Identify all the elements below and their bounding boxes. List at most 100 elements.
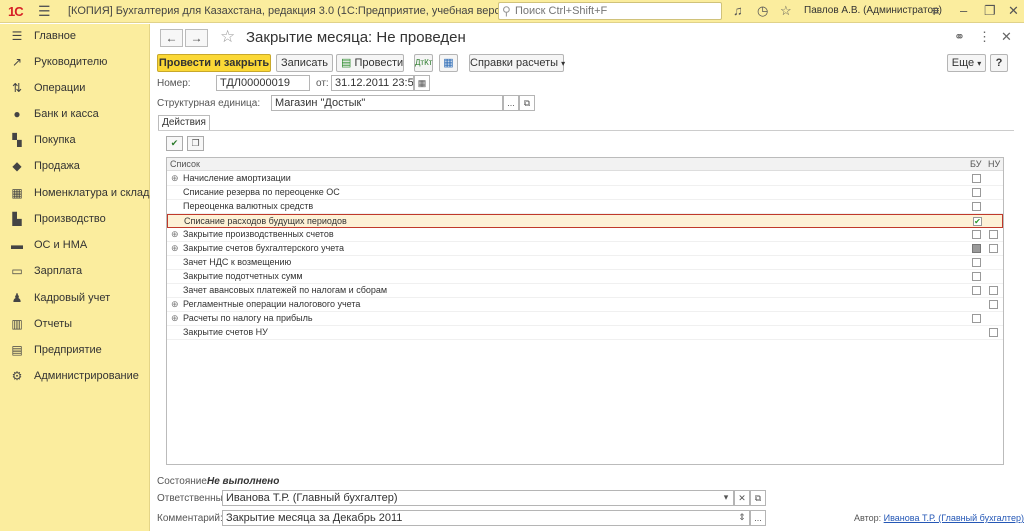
history-icon[interactable]: ◷ xyxy=(757,3,768,19)
spin-icon: ⇕ xyxy=(738,512,746,522)
reports-dropdown[interactable]: Справки расчеты ▾ xyxy=(469,54,565,72)
row-label: Списание расходов будущих периодов xyxy=(184,216,347,226)
sidebar-item-director[interactable]: ↗ Руководителю xyxy=(0,50,150,74)
comment-label: Комментарий: xyxy=(157,513,223,524)
main-menu-icon[interactable]: ☰ xyxy=(38,3,51,20)
nu-checkbox[interactable] xyxy=(989,244,998,253)
author-label: Автор: xyxy=(854,513,882,523)
expand-icon[interactable]: ⊕ xyxy=(171,243,179,254)
nu-checkbox[interactable] xyxy=(989,286,998,295)
sidebar-item-salary[interactable]: ▭ Зарплата xyxy=(0,259,150,283)
comment-expand-button[interactable]: ... xyxy=(750,510,766,526)
sidebar-item-label: Кадровый учет xyxy=(34,292,111,304)
window-menu-icon[interactable]: ⋮ xyxy=(978,29,991,45)
comment-spinner[interactable]: ⇕ xyxy=(734,510,750,526)
table-row[interactable]: ⊕ Закрытие производственных счетов xyxy=(167,228,1003,242)
actions-table: Список БУ НУ ⊕ Начисление амортизации Спи… xyxy=(166,157,1004,465)
post-and-close-button[interactable]: Провести и закрыть xyxy=(157,54,271,72)
bu-checkbox[interactable] xyxy=(972,258,981,267)
unit-field[interactable]: Магазин "Достык" xyxy=(271,95,503,111)
column-header-list: Список xyxy=(170,159,200,169)
sidebar-item-hr[interactable]: ♟ Кадровый учет xyxy=(0,286,150,310)
responsible-field[interactable]: Иванова Т.Р. (Главный бухгалтер) xyxy=(222,490,734,506)
forward-button[interactable]: → xyxy=(185,29,208,47)
table-row[interactable]: Закрытие счетов НУ xyxy=(167,326,1003,340)
bu-checkbox[interactable] xyxy=(972,272,981,281)
close-icon[interactable]: ✕ xyxy=(1008,3,1019,19)
nu-checkbox[interactable] xyxy=(989,300,998,309)
sidebar-item-operations[interactable]: ⇅ Операции xyxy=(0,76,150,100)
expand-icon[interactable]: ⊕ xyxy=(171,299,179,310)
number-field[interactable]: ТДЛ00000019 xyxy=(216,75,310,91)
unit-open-button[interactable]: ⧉ xyxy=(519,95,535,111)
sidebar-item-admin[interactable]: ⚙ Администрирование xyxy=(0,364,150,388)
sidebar-item-bank[interactable]: ● Банк и касса xyxy=(0,102,150,126)
back-button[interactable]: ← xyxy=(160,29,183,47)
help-button[interactable]: ? xyxy=(990,54,1008,72)
bu-checkbox[interactable] xyxy=(972,230,981,239)
uncheck-all-icon: ❐ xyxy=(191,138,200,148)
table-row[interactable]: Зачет авансовых платежей по налогам и сб… xyxy=(167,284,1003,298)
expand-icon[interactable]: ⊕ xyxy=(171,229,179,240)
table-row[interactable]: ⊕ Начисление амортизации xyxy=(167,172,1003,186)
sidebar-item-purchase[interactable]: ▚ Покупка xyxy=(0,128,150,152)
comment-field[interactable]: Закрытие месяца за Декабрь 2011 xyxy=(222,510,750,526)
status-value: Не выполнено xyxy=(207,476,280,487)
table-row[interactable]: Зачет НДС к возмещению xyxy=(167,256,1003,270)
table-row[interactable]: ⊕ Регламентные операции налогового учета xyxy=(167,298,1003,312)
post-button[interactable]: ▤ Провести xyxy=(336,54,404,72)
table-row[interactable]: ⊕ Закрытие счетов бухгалтерского учета xyxy=(167,242,1003,256)
expand-icon[interactable]: ⊕ xyxy=(171,313,179,324)
save-button[interactable]: Записать xyxy=(276,54,333,72)
uncheck-all-button[interactable]: ❐ xyxy=(187,136,204,151)
table-row[interactable]: ⊕ Расчеты по налогу на прибыль xyxy=(167,312,1003,326)
responsible-open-button[interactable]: ⧉ xyxy=(750,490,766,506)
restore-icon[interactable]: ❐ xyxy=(984,3,996,19)
nu-checkbox[interactable] xyxy=(989,230,998,239)
structure-button[interactable]: ▦ xyxy=(439,54,458,72)
bu-checkbox-partial[interactable] xyxy=(972,244,981,253)
nu-checkbox[interactable] xyxy=(989,328,998,337)
bu-checkbox-checked[interactable]: ✔ xyxy=(973,217,982,226)
table-row[interactable]: Списание резерва по переоценке ОС xyxy=(167,186,1003,200)
close-form-icon[interactable]: ✕ xyxy=(1001,29,1012,45)
bu-checkbox[interactable] xyxy=(972,286,981,295)
search-input[interactable] xyxy=(515,4,715,18)
unit-label: Структурная единица: xyxy=(157,98,261,109)
favorite-star-icon[interactable]: ☆ xyxy=(220,27,235,47)
sidebar-item-production[interactable]: ▙ Производство xyxy=(0,207,150,231)
warehouse-icon: ▦ xyxy=(11,186,23,200)
more-button[interactable]: Еще ▾ xyxy=(947,54,986,72)
author-link[interactable]: Иванова Т.Р. (Главный бухгалтер) xyxy=(884,513,1024,523)
sidebar-item-warehouse[interactable]: ▦ Номенклатура и склад xyxy=(0,181,150,205)
date-field[interactable]: 31.12.2011 23:59:59 xyxy=(331,75,414,91)
user-name[interactable]: Павлов А.В. (Администратор) xyxy=(804,5,942,16)
unit-select-button[interactable]: ... xyxy=(503,95,519,111)
bell-icon[interactable]: ♫ xyxy=(733,3,743,18)
sidebar-item-enterprise[interactable]: ▤ Предприятие xyxy=(0,338,150,362)
table-row[interactable]: Закрытие подотчетных сумм xyxy=(167,270,1003,284)
favorites-icon[interactable]: ☆ xyxy=(780,3,792,19)
expand-icon[interactable]: ⊕ xyxy=(171,173,179,184)
global-search[interactable]: ⚲ xyxy=(498,2,722,20)
sidebar-item-sale[interactable]: ◆ Продажа xyxy=(0,154,150,178)
table-row-selected[interactable]: Списание расходов будущих периодов ✔ xyxy=(167,214,1003,228)
link-icon[interactable]: ⚭ xyxy=(954,29,965,45)
bu-checkbox[interactable] xyxy=(972,188,981,197)
minimize-icon[interactable]: – xyxy=(960,3,967,18)
responsible-dropdown[interactable]: ▾ xyxy=(718,490,734,506)
bu-checkbox[interactable] xyxy=(972,174,981,183)
sidebar-item-main[interactable]: ☰ Главное xyxy=(0,24,150,48)
chevron-down-icon: ▾ xyxy=(977,59,982,68)
dt-kt-button[interactable]: ДтКт xyxy=(414,54,433,72)
bu-checkbox[interactable] xyxy=(972,314,981,323)
tab-actions[interactable]: Действия xyxy=(158,115,210,131)
sidebar-item-fixed-assets[interactable]: ▬ ОС и НМА xyxy=(0,233,150,257)
bu-checkbox[interactable] xyxy=(972,202,981,211)
check-all-button[interactable]: ✔ xyxy=(166,136,183,151)
calendar-button[interactable]: ▦ xyxy=(414,75,430,91)
table-row[interactable]: Переоценка валютных средств xyxy=(167,200,1003,214)
responsible-clear-button[interactable]: ✕ xyxy=(734,490,750,506)
settings-menu-icon[interactable]: ≡ xyxy=(932,3,940,18)
sidebar-item-reports[interactable]: ▥ Отчеты xyxy=(0,312,150,336)
